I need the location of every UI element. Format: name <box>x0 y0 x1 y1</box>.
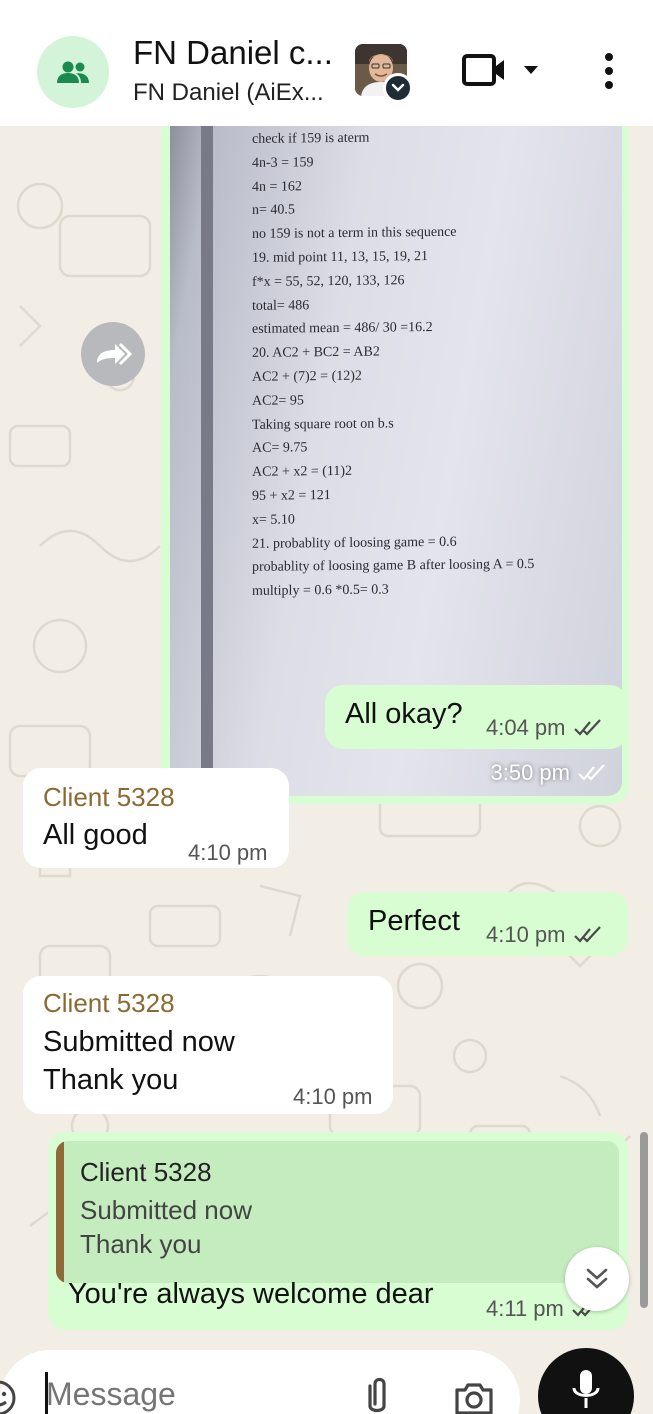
voice-message-button[interactable] <box>538 1348 634 1414</box>
photo-margin-line <box>201 126 213 796</box>
microphone-icon <box>572 1370 600 1408</box>
message-text-line: Submitted now <box>43 1026 235 1058</box>
sender-name[interactable]: Client 5328 <box>43 782 175 813</box>
message-time: 4:10 pm <box>486 922 566 947</box>
double-chevron-down-icon <box>586 1268 608 1289</box>
message-time: 4:10 pm <box>293 1084 373 1109</box>
chevron-down-icon[interactable] <box>383 73 413 103</box>
attach-button[interactable] <box>360 1376 394 1414</box>
forward-button[interactable] <box>81 322 145 386</box>
read-ticks-icon <box>573 719 601 736</box>
message-time: 3:50 pm <box>490 760 571 785</box>
quoted-text-line: Thank you <box>80 1229 202 1259</box>
read-ticks-icon <box>573 926 601 943</box>
quoted-sender-name: Client 5328 <box>80 1157 212 1187</box>
chat-subtitle[interactable]: FN Daniel (AiEx... <box>133 79 324 107</box>
video-call-icon <box>462 54 538 86</box>
photo-text-line: multiply = 0.6 *0.5= 0.3 <box>252 582 389 600</box>
message-text: You're always welcome dear <box>68 1278 434 1310</box>
read-ticks-icon <box>578 764 605 781</box>
forward-icon <box>97 342 133 366</box>
emoji-button[interactable] <box>0 1378 18 1414</box>
group-icon <box>57 61 89 83</box>
message-bubble-outgoing[interactable]: Perfect 4:10 pm <box>347 892 628 956</box>
more-options-button[interactable] <box>598 52 620 90</box>
paperclip-icon <box>368 1377 386 1413</box>
quote-accent-bar <box>56 1141 64 1283</box>
scroll-to-bottom-button[interactable] <box>565 1247 629 1311</box>
group-avatar[interactable] <box>37 36 109 108</box>
photo-handwritten-text: check if 159 is aterm 4n-3 = 159 4n = 162 n… <box>252 126 612 604</box>
message-text: Perfect <box>368 905 460 937</box>
chat-header: FN Daniel c... FN Daniel (AiEx... <box>0 0 653 126</box>
message-text: All good <box>43 819 148 851</box>
message-bubble-incoming[interactable]: Client 5328 All good 4:10 pm <box>23 768 289 868</box>
message-input[interactable] <box>46 1372 336 1414</box>
scrollbar[interactable] <box>640 1132 648 1308</box>
message-meta: 3:50 pm <box>491 760 609 786</box>
message-time: 4:10 pm <box>188 840 268 865</box>
chat-area[interactable]: check if 159 is aterm 4n-3 = 159 4n = 162 n… <box>0 126 653 1348</box>
more-vert-icon <box>605 53 613 89</box>
quoted-text-line: Submitted now <box>80 1195 252 1225</box>
camera-button[interactable] <box>453 1380 495 1414</box>
message-text: All okay? <box>345 698 463 730</box>
message-meta: 4:10 pm <box>486 922 604 948</box>
quoted-message[interactable]: Client 5328 Submitted now Thank you <box>56 1141 619 1283</box>
message-meta: 4:04 pm <box>486 715 604 741</box>
emoji-icon <box>0 1380 16 1414</box>
camera-icon <box>455 1383 493 1414</box>
message-bubble-incoming[interactable]: Client 5328 Submitted now Thank you 4:10… <box>23 976 393 1114</box>
chat-title[interactable]: FN Daniel c... <box>133 34 333 72</box>
message-time: 4:04 pm <box>486 715 566 740</box>
message-text-line: Thank you <box>43 1064 179 1096</box>
message-time: 4:11 pm <box>486 1296 564 1321</box>
sender-name[interactable]: Client 5328 <box>43 988 175 1019</box>
message-bubble-outgoing[interactable]: All okay? 4:04 pm <box>325 685 628 749</box>
video-call-button[interactable] <box>462 52 542 90</box>
